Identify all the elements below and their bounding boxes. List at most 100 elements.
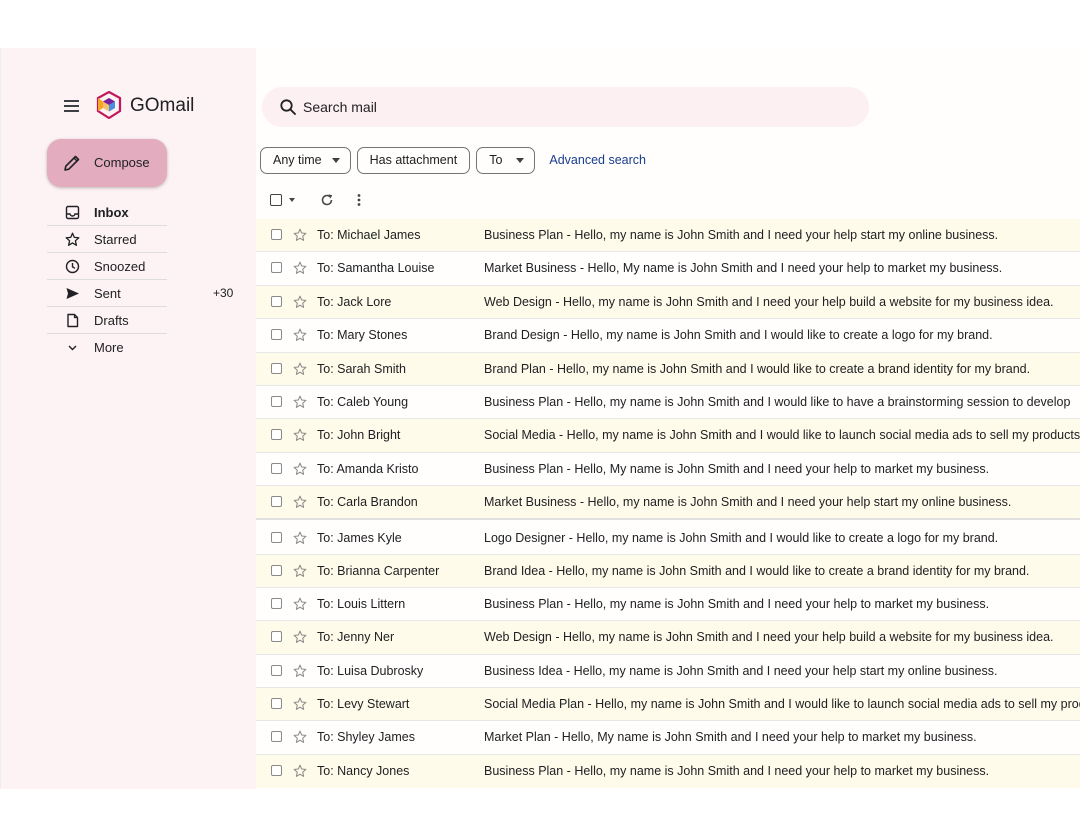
email-row[interactable]: To: Amanda Kristo Business Plan - Hello, …	[256, 453, 1080, 487]
star-icon[interactable]	[293, 462, 307, 476]
star-icon[interactable]	[293, 362, 307, 376]
row-checkbox[interactable]	[271, 531, 282, 543]
select-all-checkbox[interactable]	[270, 194, 282, 206]
row-checkbox[interactable]	[271, 664, 282, 676]
star-icon[interactable]	[293, 564, 307, 578]
email-recipient: To: Sarah Smith	[317, 361, 406, 376]
app-title: GOmail	[130, 95, 195, 116]
send-icon	[66, 288, 79, 299]
email-recipient: To: Jenny Ner	[317, 630, 395, 645]
star-icon	[65, 232, 80, 246]
star-icon[interactable]	[293, 531, 307, 545]
search-input[interactable]	[303, 96, 843, 118]
email-recipient: To: Luisa Dubrosky	[317, 663, 424, 678]
email-recipient: To: Nancy Jones	[317, 763, 410, 778]
row-checkbox[interactable]	[271, 564, 282, 576]
row-checkbox[interactable]	[271, 262, 282, 274]
star-icon[interactable]	[293, 261, 307, 275]
email-recipient: To: Mary Stones	[317, 328, 408, 343]
refresh-icon[interactable]	[320, 193, 334, 207]
more-vert-icon[interactable]	[356, 193, 362, 207]
document-icon	[67, 313, 79, 328]
star-icon[interactable]	[293, 428, 307, 442]
search-filters: Any time Has attachment To Advanced sear…	[260, 146, 646, 174]
row-checkbox[interactable]	[271, 295, 282, 307]
compose-button[interactable]: Compose	[47, 139, 167, 187]
email-row[interactable]: To: Jack Lore Web Design - Hello, my name…	[256, 285, 1080, 320]
email-row[interactable]: To: Brianna Carpenter Brand Idea - Hello,…	[256, 554, 1080, 588]
sidebar-item-sent[interactable]: Sent +30	[47, 280, 233, 307]
star-icon[interactable]	[293, 764, 307, 778]
clock-icon	[65, 259, 80, 274]
sidebar-item-more[interactable]: More	[47, 334, 167, 361]
email-row[interactable]: To: James Kyle Logo Designer - Hello, my …	[256, 520, 1080, 555]
star-icon[interactable]	[293, 395, 307, 409]
row-checkbox[interactable]	[271, 496, 282, 508]
star-icon[interactable]	[293, 495, 307, 509]
email-row[interactable]: To: Levy Stewart Social Media Plan - Hell…	[256, 688, 1080, 722]
email-recipient: To: Caleb Young	[317, 394, 409, 409]
star-icon[interactable]	[293, 630, 307, 644]
sidebar-item-drafts[interactable]: Drafts	[47, 307, 167, 334]
star-icon[interactable]	[293, 597, 307, 611]
email-recipient: To: Levy Stewart	[317, 697, 410, 712]
sidebar-item-label: Inbox	[94, 205, 129, 220]
email-row[interactable]: To: Caleb Young Business Plan - Hello, my…	[256, 386, 1080, 420]
sidebar-item-snoozed[interactable]: Snoozed	[47, 253, 167, 280]
sidebar: GOmail Compose Inbox Starred Snoozed Sen…	[0, 48, 256, 789]
row-checkbox[interactable]	[271, 698, 282, 710]
email-row[interactable]: To: Sarah Smith Brand Plan - Hello, my na…	[256, 352, 1080, 386]
email-row[interactable]: To: Luisa Dubrosky Business Idea - Hello,…	[256, 655, 1080, 689]
row-checkbox[interactable]	[271, 597, 282, 609]
email-recipient: To: Brianna Carpenter	[317, 563, 440, 578]
chevron-down-icon	[68, 345, 77, 351]
inbox-icon	[65, 205, 80, 220]
search-bar[interactable]	[262, 87, 869, 127]
row-checkbox[interactable]	[271, 731, 282, 743]
row-checkbox[interactable]	[271, 395, 282, 407]
star-icon[interactable]	[293, 328, 307, 342]
row-checkbox[interactable]	[271, 329, 282, 341]
row-checkbox[interactable]	[271, 229, 282, 240]
row-checkbox[interactable]	[271, 631, 282, 643]
email-recipient: To: Samantha Louise	[317, 261, 435, 276]
email-row[interactable]: To: Jenny Ner Web Design - Hello, my name…	[256, 621, 1080, 655]
row-checkbox[interactable]	[271, 429, 282, 441]
row-checkbox[interactable]	[271, 462, 282, 474]
star-icon[interactable]	[293, 664, 307, 678]
email-row[interactable]: To: Samantha Louise Market Business - Hel…	[256, 252, 1080, 286]
star-icon[interactable]	[293, 228, 307, 242]
row-checkbox[interactable]	[271, 362, 282, 374]
sidebar-item-starred[interactable]: Starred	[47, 226, 167, 253]
email-subject: Social Media - Hello, my name is John Sm…	[484, 428, 1080, 443]
email-row[interactable]: To: Michael James Business Plan - Hello, …	[256, 219, 1080, 253]
has-attachment-filter[interactable]: Has attachment	[356, 146, 471, 174]
email-recipient: To: Shyley James	[317, 730, 415, 745]
advanced-search-link[interactable]: Advanced search	[549, 153, 646, 167]
star-icon[interactable]	[293, 295, 307, 309]
email-row[interactable]: To: Louis Littern Business Plan - Hello, …	[256, 588, 1080, 622]
select-menu-caret-icon[interactable]	[289, 198, 295, 202]
email-subject: Web Design - Hello, my name is John Smit…	[484, 294, 1054, 309]
email-subject: Business Plan - Hello, my name is John S…	[484, 228, 999, 242]
email-subject: Market Plan - Hello, My name is John Smi…	[484, 730, 977, 745]
row-checkbox[interactable]	[271, 764, 282, 776]
menu-icon[interactable]	[61, 96, 83, 116]
star-icon[interactable]	[293, 730, 307, 744]
sent-count-badge: +30	[213, 286, 234, 300]
any-time-filter[interactable]: Any time	[260, 146, 351, 174]
star-icon[interactable]	[293, 697, 307, 711]
email-row[interactable]: To: Mary Stones Brand Design - Hello, my …	[256, 319, 1080, 353]
email-subject: Brand Design - Hello, my name is John Sm…	[484, 328, 993, 343]
email-row[interactable]: To: Shyley James Market Plan - Hello, My …	[256, 721, 1080, 755]
email-row[interactable]: To: Carla Brandon Market Business - Hello…	[256, 486, 1080, 520]
email-subject: Market Business - Hello, my name is John…	[484, 495, 1012, 510]
email-row[interactable]: To: John Bright Social Media - Hello, my …	[256, 419, 1080, 453]
email-row[interactable]: To: Nancy Jones Business Plan - Hello, my…	[256, 754, 1080, 789]
email-subject: Brand Plan - Hello, my name is John Smit…	[484, 361, 1031, 376]
to-filter[interactable]: To	[476, 146, 536, 174]
any-time-label: Any time	[273, 153, 322, 167]
sidebar-item-inbox[interactable]: Inbox	[47, 199, 167, 226]
email-recipient: To: Jack Lore	[317, 294, 392, 309]
caret-down-icon	[331, 157, 340, 163]
